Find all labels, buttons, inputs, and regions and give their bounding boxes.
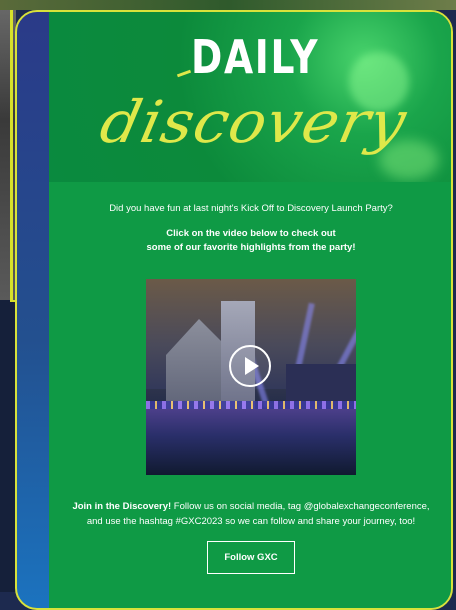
video-thumbnail[interactable] [146, 279, 356, 475]
play-triangle [245, 357, 259, 375]
join-heading: Join in the Discovery! [72, 501, 172, 512]
hero-dash [176, 69, 192, 78]
email-body: DAILY discovery Did you have fun at last… [49, 12, 451, 608]
yellow-accent-line [10, 10, 13, 302]
intro-text: Did you have fun at last night's Kick Of… [109, 203, 393, 214]
email-frame: DAILY discovery Did you have fun at last… [15, 10, 453, 610]
join-text: Join in the Discovery! Follow us on soci… [71, 499, 431, 529]
background-top-strip [0, 0, 456, 10]
background-left-dark [0, 300, 16, 592]
hero-banner: DAILY discovery [49, 12, 451, 182]
follow-button-wrap: Follow GXC [49, 541, 451, 574]
play-icon[interactable] [229, 345, 271, 387]
water-reflection [146, 409, 356, 475]
hero-script-title: discovery [94, 88, 413, 156]
video-cta: Click on the video below to check out so… [49, 227, 451, 255]
background-left-photo [0, 0, 16, 300]
hero-title: DAILY [191, 30, 320, 84]
video-cta-line-2: some of our favorite highlights from the… [146, 242, 356, 253]
video-cta-line-1: Click on the video below to check out [166, 228, 336, 239]
follow-gxc-button[interactable]: Follow GXC [207, 541, 295, 574]
